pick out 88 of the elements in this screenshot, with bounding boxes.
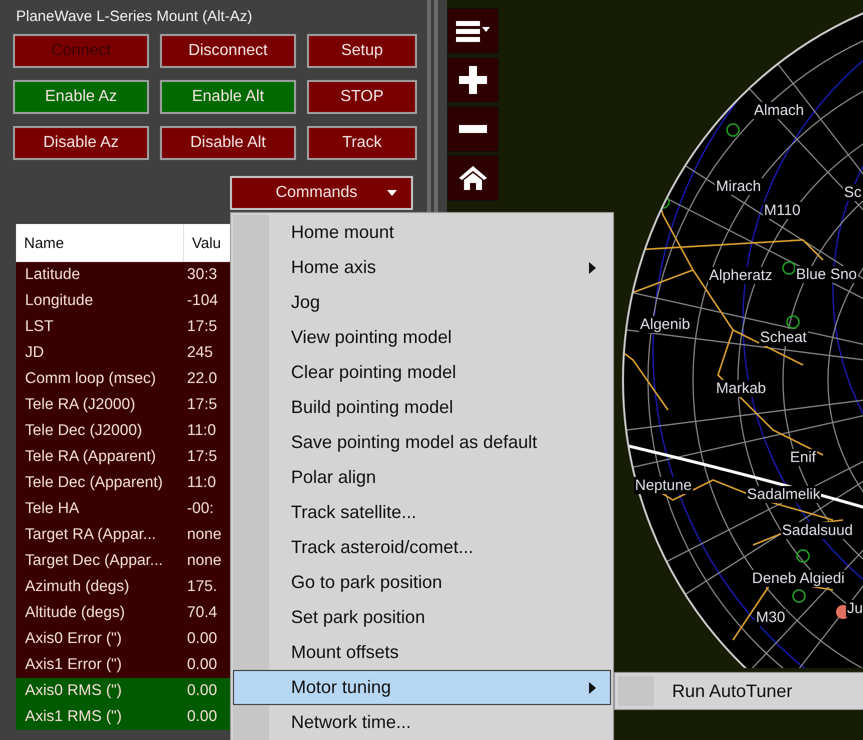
mount-button[interactable]: Enable Az bbox=[13, 80, 149, 114]
star-label: M30 bbox=[755, 609, 786, 626]
menu-item[interactable]: Go to park position bbox=[233, 565, 611, 600]
star-label: Deneb Algiedi bbox=[751, 570, 846, 587]
table-cell-text: Axis0 Error (") bbox=[24, 630, 123, 648]
table-cell-text: Tele RA (Apparent) bbox=[24, 448, 157, 466]
mount-button[interactable]: STOP bbox=[307, 80, 417, 114]
column-header: Valu bbox=[191, 234, 221, 254]
table-cell: -104 bbox=[187, 292, 218, 310]
table-cell-text: Tele RA (J2000) bbox=[24, 396, 136, 414]
commands-dropdown[interactable]: Commands bbox=[230, 176, 413, 210]
zoom-in-button[interactable] bbox=[447, 57, 499, 103]
table-cell: -00: bbox=[187, 500, 214, 518]
star-label: Almach bbox=[753, 102, 806, 119]
mount-button[interactable]: Setup bbox=[307, 34, 417, 68]
star-label: Neptune bbox=[634, 477, 693, 494]
menu-icon bbox=[456, 20, 490, 42]
table-cell-text: Comm loop (msec) bbox=[24, 370, 157, 388]
menu-item[interactable]: Run AutoTuner bbox=[615, 675, 855, 707]
caret-icon bbox=[387, 190, 398, 196]
table-cell: 0.00 bbox=[187, 656, 218, 674]
mount-button[interactable]: Disable Az bbox=[13, 126, 149, 160]
home-button[interactable] bbox=[447, 155, 499, 201]
menu-item[interactable]: Mount offsets bbox=[233, 635, 611, 670]
table-cell-text: Altitude (degs) bbox=[24, 604, 126, 622]
table-cell-text: LST bbox=[24, 318, 54, 336]
table-cell: 17:5 bbox=[187, 396, 218, 414]
menu-item[interactable]: Set park position bbox=[233, 600, 611, 635]
menu-item[interactable]: Clear pointing model bbox=[233, 355, 611, 390]
menu-item[interactable]: Network time... bbox=[233, 705, 611, 740]
table-cell: 0.00 bbox=[187, 630, 218, 648]
mount-button[interactable]: Track bbox=[307, 126, 417, 160]
menu-item[interactable]: View pointing model bbox=[233, 320, 611, 355]
table-cell-text: Tele Dec (Apparent) bbox=[24, 474, 164, 492]
table-cell-text: Longitude bbox=[24, 292, 94, 310]
table-cell-text: Latitude bbox=[24, 266, 82, 284]
panel-title: PlaneWave L-Series Mount (Alt-Az) bbox=[16, 8, 254, 26]
mount-button[interactable]: Disable Alt bbox=[160, 126, 296, 160]
star-label: Ju bbox=[846, 600, 863, 617]
table-cell: 70.4 bbox=[187, 604, 218, 622]
menu-item[interactable]: Save pointing model as default bbox=[233, 425, 611, 460]
mount-button[interactable]: Enable Alt bbox=[160, 80, 296, 114]
table-cell-text: Axis1 Error (") bbox=[24, 656, 123, 674]
star-label: Enif bbox=[789, 449, 817, 466]
menu-item[interactable]: Polar align bbox=[233, 460, 611, 495]
menu-item[interactable]: Home axis bbox=[233, 250, 611, 285]
table-cell: 17:5 bbox=[187, 448, 218, 466]
star-label: Markab bbox=[715, 380, 768, 397]
table-cell: none bbox=[187, 552, 222, 570]
home-icon bbox=[459, 166, 487, 190]
menu-item[interactable]: Motor tuning bbox=[233, 670, 611, 705]
star-label: Sadalsuud bbox=[781, 522, 854, 539]
table-cell-text: Target RA (Appar... bbox=[24, 526, 157, 544]
table-cell: 22.0 bbox=[187, 370, 218, 388]
menu-button[interactable] bbox=[447, 8, 499, 54]
star-label: Alpheratz bbox=[708, 267, 774, 284]
table-cell-text: Tele Dec (J2000) bbox=[24, 422, 144, 440]
plus-icon bbox=[459, 66, 487, 94]
table-cell: 175. bbox=[187, 578, 218, 596]
mount-button[interactable]: Disconnect bbox=[160, 34, 296, 68]
table-cell-text: Tele HA bbox=[24, 500, 80, 518]
table-cell: 11:0 bbox=[187, 474, 216, 492]
star-label: Sc bbox=[843, 184, 863, 201]
minus-icon bbox=[459, 125, 487, 133]
zoom-out-button[interactable] bbox=[447, 106, 499, 152]
menu-item[interactable]: Home mount bbox=[233, 215, 611, 250]
star-label: Mirach bbox=[715, 178, 762, 195]
table-cell: 17:5 bbox=[187, 318, 218, 336]
star-label: Blue Sno bbox=[795, 266, 858, 283]
table-cell: 0.00 bbox=[187, 708, 218, 726]
table-cell: 11:0 bbox=[187, 422, 216, 440]
table-cell-text: Target Dec (Appar... bbox=[24, 552, 164, 570]
table-cell: none bbox=[187, 526, 222, 544]
star-label: Scheat bbox=[759, 329, 808, 346]
star-label: M110 bbox=[763, 202, 802, 219]
table-cell-text: Axis0 RMS (") bbox=[24, 682, 123, 700]
star-label: Algenib bbox=[639, 316, 692, 333]
table-cell-text: JD bbox=[24, 344, 45, 362]
star-label: Sadalmelik bbox=[746, 486, 822, 503]
menu-item[interactable]: Build pointing model bbox=[233, 390, 611, 425]
table-cell-text: Azimuth (degs) bbox=[24, 578, 130, 596]
menu-item[interactable]: Track asteroid/comet... bbox=[233, 530, 611, 565]
table-cell: 245 bbox=[187, 344, 213, 362]
table-cell: 0.00 bbox=[187, 682, 218, 700]
menu-item[interactable]: Track satellite... bbox=[233, 495, 611, 530]
table-cell: 30:3 bbox=[187, 266, 218, 284]
table-cell-text: Axis1 RMS (") bbox=[24, 708, 123, 726]
menu-item[interactable]: Jog bbox=[233, 285, 611, 320]
